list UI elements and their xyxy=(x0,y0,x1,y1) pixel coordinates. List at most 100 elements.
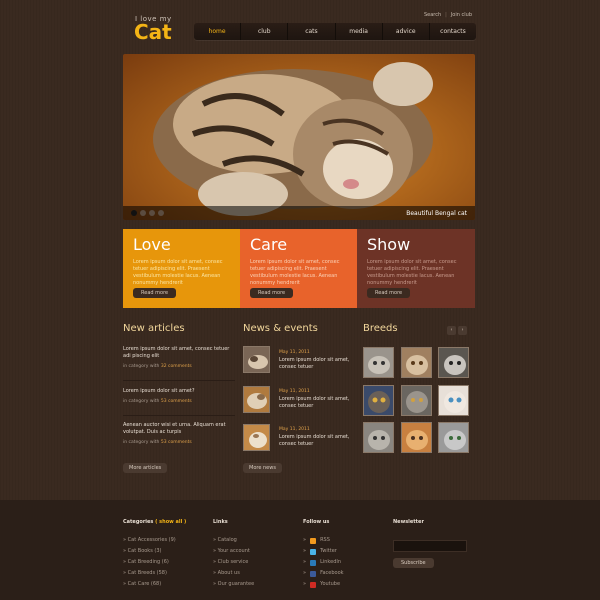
divider xyxy=(123,380,235,381)
newsletter-email-input[interactable] xyxy=(393,540,467,552)
slider-dots xyxy=(131,210,164,216)
article-meta: in category with 53 comments xyxy=(123,399,192,404)
news-thumbnail[interactable] xyxy=(243,346,270,373)
footer-link[interactable]: Our guarantee xyxy=(213,579,255,590)
footer xyxy=(0,500,600,600)
slider-dot[interactable] xyxy=(158,210,164,216)
news-date: May 11, 2011 xyxy=(279,427,310,432)
search-link[interactable]: Search xyxy=(424,12,441,18)
social-facebook[interactable]: Facebook xyxy=(303,568,344,579)
prev-arrow-icon[interactable]: ‹ xyxy=(447,326,456,335)
social-linkedin[interactable]: LinkedIn xyxy=(303,557,344,568)
articles-title: New articles xyxy=(123,323,185,334)
read-more-button[interactable]: Read more xyxy=(367,288,411,298)
hero-slider[interactable]: Beautiful Bengal cat xyxy=(123,54,475,220)
breed-thumbnail[interactable] xyxy=(401,385,432,416)
nav-contacts[interactable]: contacts xyxy=(430,23,476,40)
breeds-pager: ‹ › xyxy=(447,326,467,335)
category-link[interactable]: Cat Accessories (9) xyxy=(123,535,176,546)
more-articles-button[interactable]: More articles xyxy=(123,463,168,473)
feature-show: Show Lorem ipsum dolor sit amet, consec … xyxy=(357,229,475,308)
breed-thumbnail[interactable] xyxy=(438,385,469,416)
article-text[interactable]: Aenean auctor wisi et urna. Aliquam erat… xyxy=(123,422,235,436)
feature-care: Care Lorem ipsum dolor sit amet, consec … xyxy=(240,229,358,308)
read-more-button[interactable]: Read more xyxy=(250,288,294,298)
footer-link[interactable]: Your account xyxy=(213,546,254,557)
read-more-button[interactable]: Read more xyxy=(133,288,177,298)
show-all-link[interactable]: ( show all ) xyxy=(155,519,186,525)
slider-dot[interactable] xyxy=(140,210,146,216)
next-arrow-icon[interactable]: › xyxy=(458,326,467,335)
breed-thumbnail[interactable] xyxy=(363,385,394,416)
category-link[interactable]: Cat Breeding (6) xyxy=(123,557,176,568)
more-news-button[interactable]: More news xyxy=(243,463,282,473)
nav-club[interactable]: club xyxy=(241,23,289,40)
article-item[interactable]: Aenean auctor wisi et urna. Aliquam erat… xyxy=(123,422,235,445)
breed-thumbnail[interactable] xyxy=(363,347,394,378)
news-text[interactable]: Lorem ipsum dolor sit amet, consec tetue… xyxy=(279,396,353,410)
news-item: May 11, 2011 Lorem ipsum dolor sit amet,… xyxy=(279,350,353,371)
breeds-title: Breeds xyxy=(363,323,398,334)
category-link[interactable]: Cat Care (68) xyxy=(123,579,176,590)
cat-photo xyxy=(153,62,433,216)
news-date: May 11, 2011 xyxy=(279,350,310,355)
article-text[interactable]: Lorem ipsum dolor sit amet, consec tetue… xyxy=(123,346,235,360)
subscribe-button[interactable]: Subscribe xyxy=(393,558,434,568)
breed-thumbnail[interactable] xyxy=(401,422,432,453)
news-item: May 11, 2011 Lorem ipsum dolor sit amet,… xyxy=(279,389,353,410)
nav-home[interactable]: home xyxy=(194,23,242,40)
facebook-icon xyxy=(310,570,317,577)
hero-caption: Beautiful Bengal cat xyxy=(406,210,467,217)
feature-title: Care xyxy=(250,235,288,254)
newsletter-heading: Newsletter xyxy=(393,519,424,525)
social-youtube[interactable]: Youtube xyxy=(303,579,344,590)
social-list: RSS Twitter LinkedIn Facebook Youtube xyxy=(303,535,344,590)
breed-thumbnail[interactable] xyxy=(438,422,469,453)
breed-thumbnail[interactable] xyxy=(401,347,432,378)
footer-link[interactable]: Club service xyxy=(213,557,254,568)
article-meta: in category with 32 comments xyxy=(123,364,192,369)
article-item[interactable]: Lorem ipsum dolor sit amet, consec tetue… xyxy=(123,346,235,369)
links-heading: Links xyxy=(213,519,228,525)
slider-dot[interactable] xyxy=(149,210,155,216)
youtube-icon xyxy=(310,581,317,588)
follow-heading: Follow us xyxy=(303,519,330,525)
comments-link[interactable]: 32 comments xyxy=(161,364,192,369)
categories-heading: Categories ( show all ) xyxy=(123,519,187,525)
feature-text: Lorem ipsum dolor sit amet, consec tetue… xyxy=(367,259,457,286)
news-thumbnail[interactable] xyxy=(243,424,270,451)
feature-title: Show xyxy=(367,235,411,254)
article-meta: in category with 53 comments xyxy=(123,440,192,445)
article-item[interactable]: Lorem ipsum dolor sit amet? in category … xyxy=(123,388,235,404)
news-date: May 11, 2011 xyxy=(279,389,310,394)
top-links: Search | Join club xyxy=(424,12,472,18)
linkedin-icon xyxy=(310,559,317,566)
social-twitter[interactable]: Twitter xyxy=(303,546,344,557)
categories-list: Cat Accessories (9) Cat Books (3) Cat Br… xyxy=(123,535,176,590)
twitter-icon xyxy=(310,548,317,555)
news-text[interactable]: Lorem ipsum dolor sit amet, consec tetue… xyxy=(279,434,353,448)
news-thumbnail[interactable] xyxy=(243,386,270,413)
news-title: News & events xyxy=(243,323,318,334)
slider-dot[interactable] xyxy=(131,210,137,216)
logo[interactable]: Cat xyxy=(134,20,172,44)
article-text[interactable]: Lorem ipsum dolor sit amet? xyxy=(123,388,235,395)
nav-media[interactable]: media xyxy=(336,23,383,40)
category-link[interactable]: Cat Books (3) xyxy=(123,546,176,557)
breed-thumbnail[interactable] xyxy=(438,347,469,378)
feature-text: Lorem ipsum dolor sit amet, consec tetue… xyxy=(250,259,340,286)
comments-link[interactable]: 53 comments xyxy=(161,440,192,445)
comments-link[interactable]: 53 comments xyxy=(161,399,192,404)
category-link[interactable]: Cat Breeds (58) xyxy=(123,568,176,579)
feature-title: Love xyxy=(133,235,171,254)
nav-advice[interactable]: advice xyxy=(383,23,430,40)
breed-thumbnail[interactable] xyxy=(363,422,394,453)
nav-cats[interactable]: cats xyxy=(288,23,336,40)
footer-link[interactable]: About us xyxy=(213,568,254,579)
join-club-link[interactable]: Join club xyxy=(451,12,472,18)
news-item: May 11, 2011 Lorem ipsum dolor sit amet,… xyxy=(279,427,353,448)
footer-link[interactable]: Catalog xyxy=(213,535,254,546)
social-rss[interactable]: RSS xyxy=(303,535,344,546)
feature-love: Love Lorem ipsum dolor sit amet, consec … xyxy=(123,229,241,308)
news-text[interactable]: Lorem ipsum dolor sit amet, consec tetue… xyxy=(279,357,353,371)
